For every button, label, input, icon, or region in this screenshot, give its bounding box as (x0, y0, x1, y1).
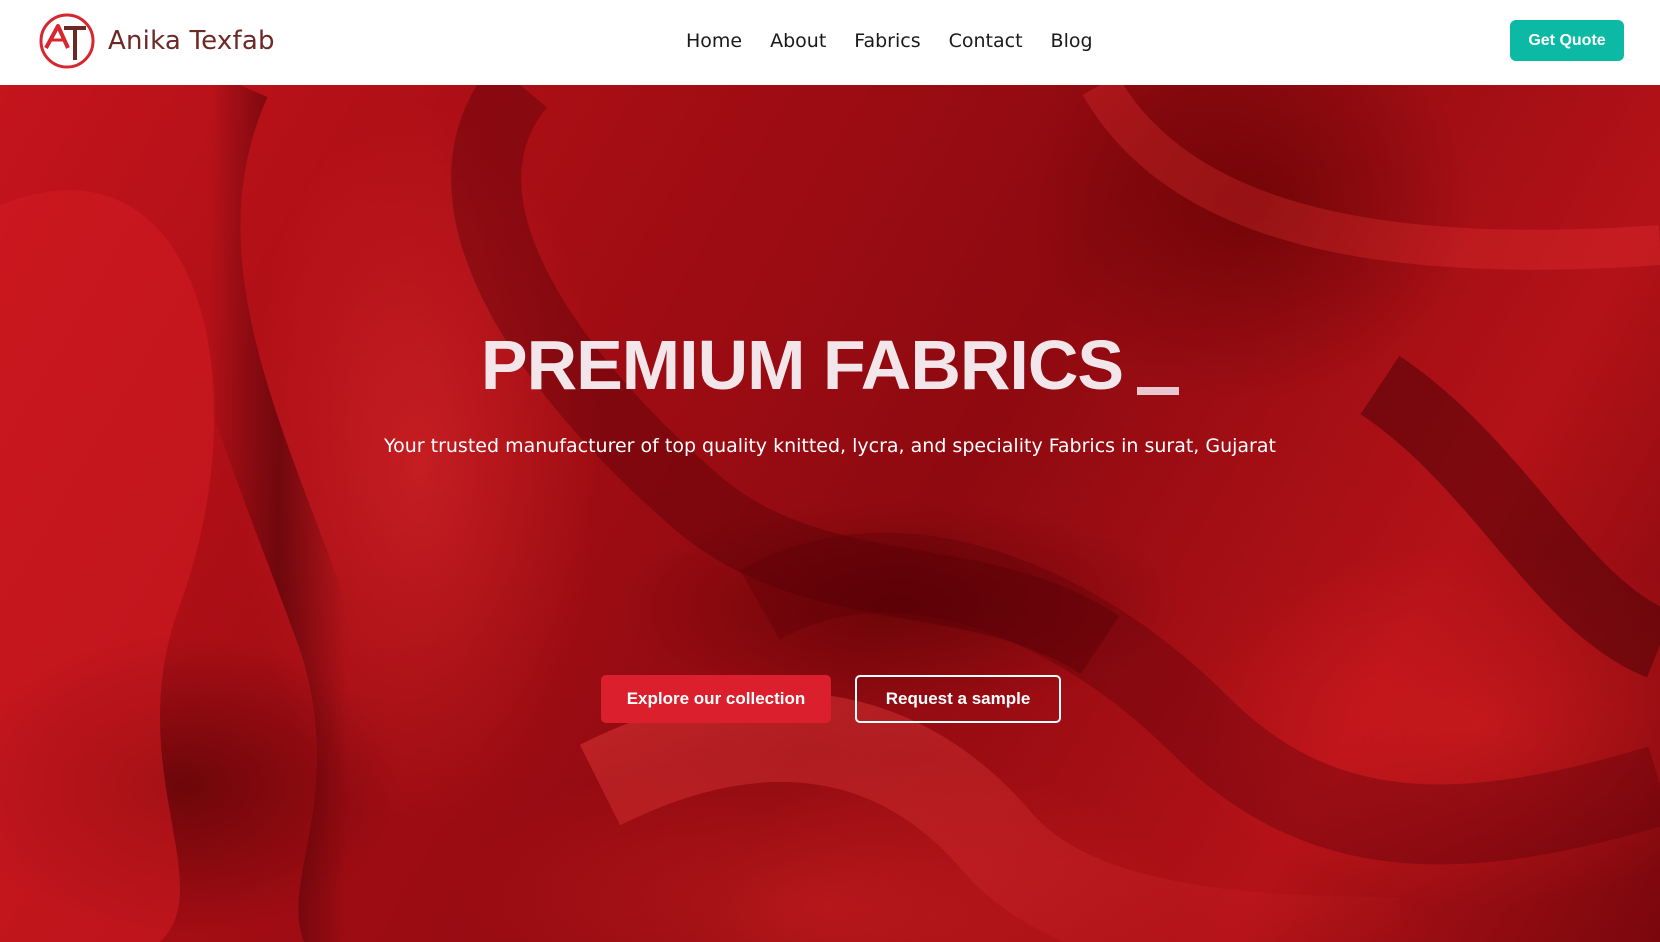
nav-item-fabrics[interactable]: Fabrics (854, 30, 920, 52)
nav-item-blog[interactable]: Blog (1051, 30, 1093, 52)
nav-item-about[interactable]: About (770, 30, 826, 52)
hero-subtitle: Your trusted manufacturer of top quality… (384, 435, 1276, 457)
request-sample-button[interactable]: Request a sample (855, 675, 1061, 723)
nav-item-contact[interactable]: Contact (949, 30, 1023, 52)
brand-name[interactable]: Anika Texfab (108, 26, 275, 56)
hero-title-text: PREMIUM FABRICS (480, 326, 1124, 404)
site-header: Anika Texfab Home About Fabrics Contact … (0, 0, 1660, 85)
get-quote-button[interactable]: Get Quote (1510, 20, 1624, 61)
brand[interactable]: Anika Texfab (38, 12, 275, 70)
explore-collection-button[interactable]: Explore our collection (601, 675, 831, 723)
nav-item-home[interactable]: Home (686, 30, 742, 52)
main-nav: Home About Fabrics Contact Blog (686, 26, 1093, 56)
typing-cursor (1137, 387, 1180, 395)
hero-title: PREMIUM FABRICS (0, 325, 1660, 405)
hero-section: PREMIUM FABRICS Your trusted manufacture… (0, 85, 1660, 942)
hero-content: PREMIUM FABRICS Your trusted manufacture… (0, 85, 1660, 942)
logo-icon[interactable] (38, 12, 96, 70)
